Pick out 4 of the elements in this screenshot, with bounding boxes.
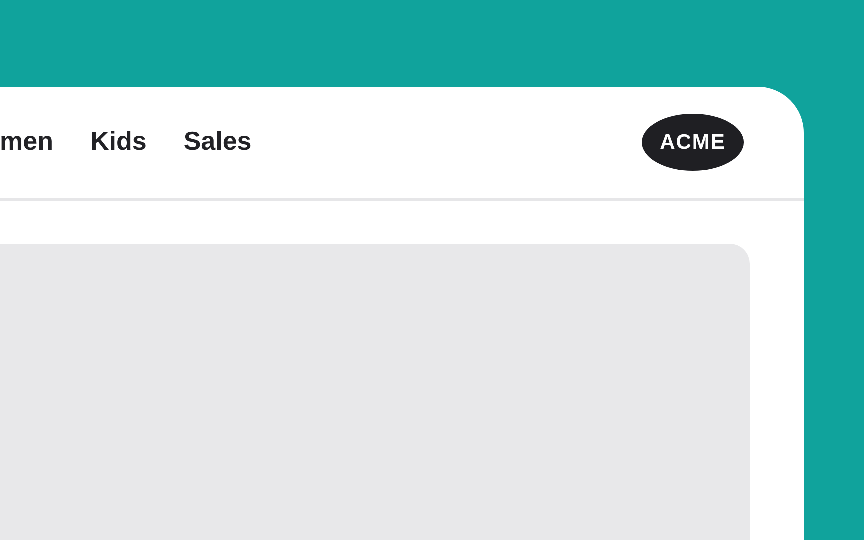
nav-link[interactable]: Kids bbox=[90, 126, 147, 157]
nav-link[interactable]: men bbox=[0, 126, 54, 157]
nav-link[interactable]: Sales bbox=[184, 126, 252, 157]
logo[interactable]: ACME bbox=[642, 114, 744, 171]
